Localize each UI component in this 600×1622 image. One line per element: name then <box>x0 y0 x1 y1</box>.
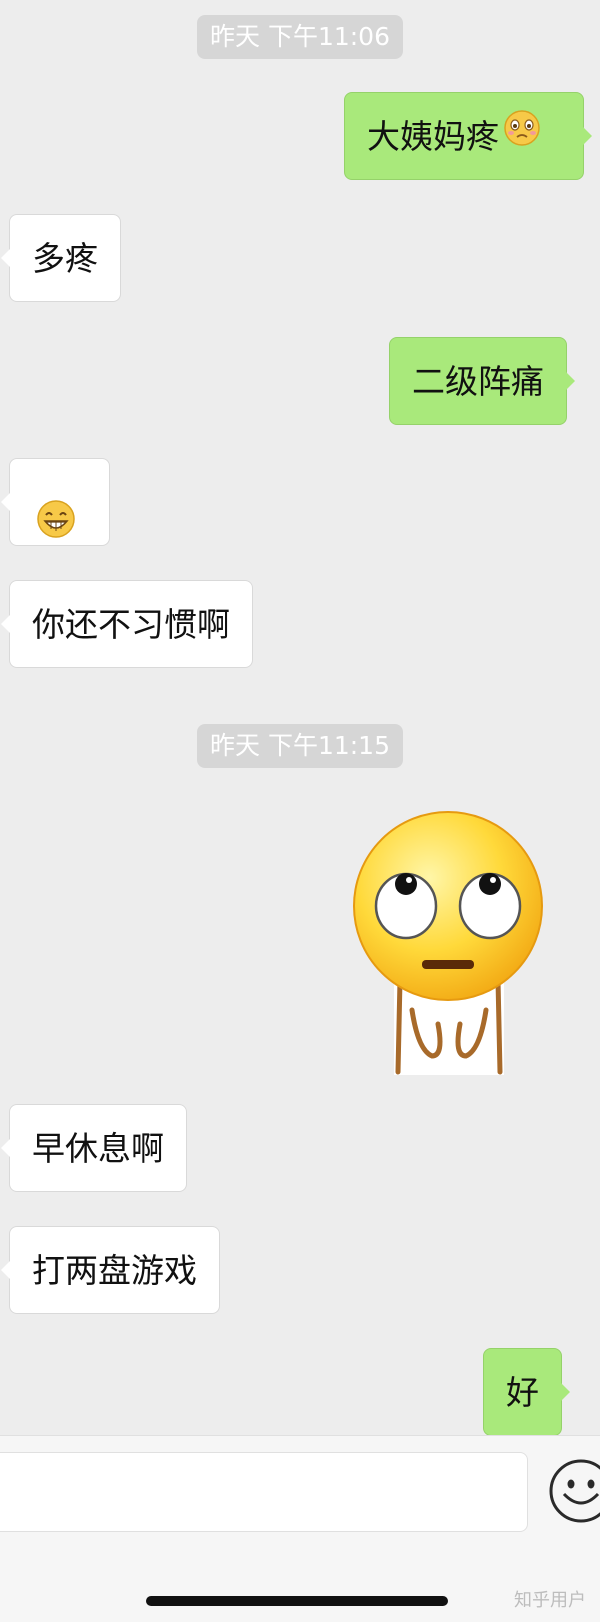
input-bar: 知乎用户 <box>0 1435 600 1622</box>
message-bubble-outgoing[interactable]: 大姨妈疼 <box>344 92 592 180</box>
message-text: 二级阵痛 <box>412 362 544 401</box>
message-text: 打两盘游戏 <box>32 1251 197 1290</box>
message-text: 早休息啊 <box>32 1129 164 1168</box>
message-bubble-incoming[interactable]: 打两盘游戏 <box>1 1226 220 1314</box>
grinning-face-icon <box>36 484 76 572</box>
message-bubble-incoming[interactable]: 多疼 <box>1 214 121 302</box>
timestamp: 昨天 下午11:06 <box>197 15 403 59</box>
watermark: 知乎用户 <box>514 1590 586 1611</box>
message-bubble-incoming[interactable]: 你还不习惯啊 <box>1 580 253 668</box>
message-text: 好 <box>506 1373 539 1412</box>
message-text: 你还不习惯啊 <box>32 605 230 644</box>
message-text: 多疼 <box>32 239 98 278</box>
message-bubble-outgoing[interactable]: 二级阵痛 <box>389 337 575 425</box>
timestamp: 昨天 下午11:15 <box>197 724 403 768</box>
message-input[interactable] <box>0 1452 528 1532</box>
eye-roll-sticker[interactable] <box>348 810 548 1075</box>
message-text: 大姨妈疼 <box>367 117 499 156</box>
home-indicator[interactable] <box>146 1596 448 1606</box>
message-bubble-incoming[interactable]: 早休息啊 <box>1 1104 187 1192</box>
eye-roll-face-icon <box>353 811 543 1075</box>
smiley-face-icon <box>549 1459 600 1523</box>
chat-area[interactable]: 昨天 下午11:06 大姨妈疼 多疼 二级阵痛 你还不习惯啊 昨天 下午11:1… <box>0 0 600 1436</box>
message-bubble-outgoing[interactable]: 好 <box>483 1348 570 1436</box>
woozy-face-icon <box>503 92 541 180</box>
message-bubble-incoming[interactable] <box>1 458 110 546</box>
emoji-button[interactable] <box>548 1458 600 1524</box>
